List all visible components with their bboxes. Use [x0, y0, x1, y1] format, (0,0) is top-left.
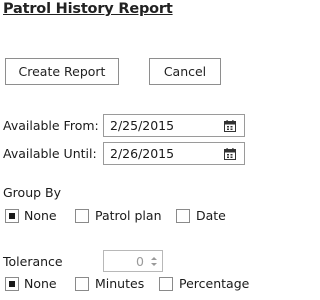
tolerance-stepper[interactable]: 0 — [103, 250, 163, 272]
group-by-patrol-plan-label: Patrol plan — [95, 208, 162, 223]
available-until-value: 2/26/2015 — [110, 146, 175, 161]
group-by-date-label: Date — [196, 208, 226, 223]
group-by-date-checkbox[interactable] — [176, 209, 190, 223]
available-from-label: Available From: — [3, 118, 99, 133]
tolerance-percentage-label: Percentage — [179, 276, 250, 291]
group-by-none-label: None — [24, 208, 57, 223]
tolerance-none-label: None — [24, 276, 57, 291]
cancel-button[interactable]: Cancel — [149, 58, 221, 85]
tolerance-label: Tolerance — [3, 254, 63, 269]
available-from-field[interactable]: 2/25/2015 — [103, 114, 245, 137]
tolerance-minutes-label: Minutes — [95, 276, 145, 291]
tolerance-none-checkbox[interactable] — [5, 277, 19, 291]
calendar-icon[interactable] — [224, 119, 236, 132]
increment-icon[interactable] — [151, 256, 157, 260]
group-by-label: Group By — [3, 185, 62, 200]
available-until-field[interactable]: 2/26/2015 — [103, 142, 245, 165]
tolerance-percentage-checkbox[interactable] — [159, 277, 173, 291]
page-title: Patrol History Report — [3, 1, 173, 17]
group-by-patrol-plan-checkbox[interactable] — [75, 209, 89, 223]
available-from-value: 2/25/2015 — [110, 118, 175, 133]
tolerance-minutes-checkbox[interactable] — [75, 277, 89, 291]
calendar-icon[interactable] — [224, 147, 236, 160]
tolerance-value: 0 — [136, 253, 144, 269]
group-by-none-checkbox[interactable] — [5, 209, 19, 223]
decrement-icon[interactable] — [151, 262, 157, 266]
available-until-label: Available Until: — [3, 146, 97, 161]
create-report-button[interactable]: Create Report — [5, 58, 119, 85]
